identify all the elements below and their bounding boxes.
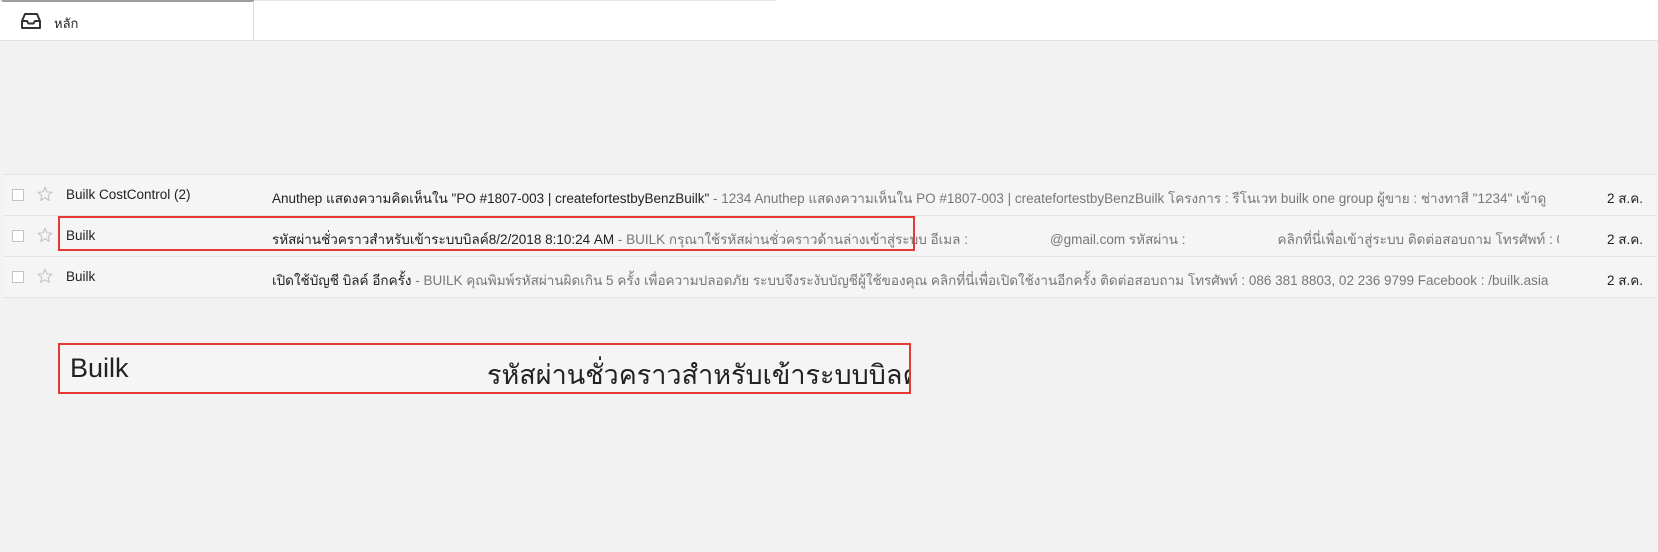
email-row[interactable]: Builk รหัสผ่านชั่วคราวสำหรับเข้าระบบบิลค… xyxy=(3,215,1655,256)
email-row[interactable]: Builk เปิดใช้บัญชี บิลค์ อีกครั้ง - BUIL… xyxy=(3,256,1655,298)
email-sender: Builk xyxy=(66,228,96,243)
email-subject: Anuthep แสดงความคิดเห็นใน "PO #1807-003 … xyxy=(272,191,710,206)
tab-primary[interactable]: หลัก xyxy=(2,0,254,40)
email-subject: เปิดใช้บัญชี บิลค์ อีกครั้ง xyxy=(272,273,412,288)
email-line: Anuthep แสดงความคิดเห็นใน "PO #1807-003 … xyxy=(272,187,1559,209)
email-snippet-part: คลิกที่นี่เพื่อเข้าสู่ระบบ ติดต่อสอบถาม … xyxy=(1277,232,1559,247)
inbox-icon xyxy=(21,13,41,29)
email-snippet: - 1234 Anuthep แสดงความเห็นใน PO #1807-0… xyxy=(709,191,1547,206)
email-line: เปิดใช้บัญชี บิลค์ อีกครั้ง - BUILK คุณพ… xyxy=(272,269,1559,291)
email-sender: Builk xyxy=(66,269,96,284)
zoom-sender: Builk xyxy=(70,353,129,383)
email-subject: รหัสผ่านชั่วคราวสำหรับเข้าระบบบิลค์8/2/2… xyxy=(272,232,615,247)
select-checkbox[interactable] xyxy=(12,230,24,242)
email-snippet: - BUILK คุณพิมพ์รหัสผ่านผิดเกิน 5 ครั้ง … xyxy=(411,273,1549,288)
email-snippet-part: @gmail.com รหัสผ่าน : xyxy=(1049,232,1186,247)
email-sender: Builk CostControl (2) xyxy=(66,187,191,202)
email-list: Builk CostControl (2) Anuthep แสดงความคิ… xyxy=(3,174,1655,298)
email-row[interactable]: Builk CostControl (2) Anuthep แสดงความคิ… xyxy=(3,174,1655,215)
select-checkbox[interactable] xyxy=(12,271,24,283)
email-snippet: - BUILK กรุณาใช้รหัสผ่านชั่วคราวด้านล่าง… xyxy=(614,232,968,247)
tab-bar: หลัก xyxy=(0,0,1658,41)
select-checkbox[interactable] xyxy=(12,189,24,201)
star-icon[interactable] xyxy=(36,185,54,203)
tab-primary-label: หลัก xyxy=(54,16,79,31)
zoom-callout: Builk รหัสผ่านชั่วคราวสำหรับเข้าระบบบิลค… xyxy=(58,343,911,394)
email-date: 2 ส.ค. xyxy=(1606,273,1643,288)
star-icon[interactable] xyxy=(36,226,54,244)
email-date: 2 ส.ค. xyxy=(1606,232,1643,247)
zoom-subject: รหัสผ่านชั่วคราวสำหรับเข้าระบบบิลค์8/2/2… xyxy=(487,360,909,390)
star-icon[interactable] xyxy=(36,267,54,285)
email-date: 2 ส.ค. xyxy=(1606,191,1643,206)
email-line: รหัสผ่านชั่วคราวสำหรับเข้าระบบบิลค์8/2/2… xyxy=(272,228,1559,250)
